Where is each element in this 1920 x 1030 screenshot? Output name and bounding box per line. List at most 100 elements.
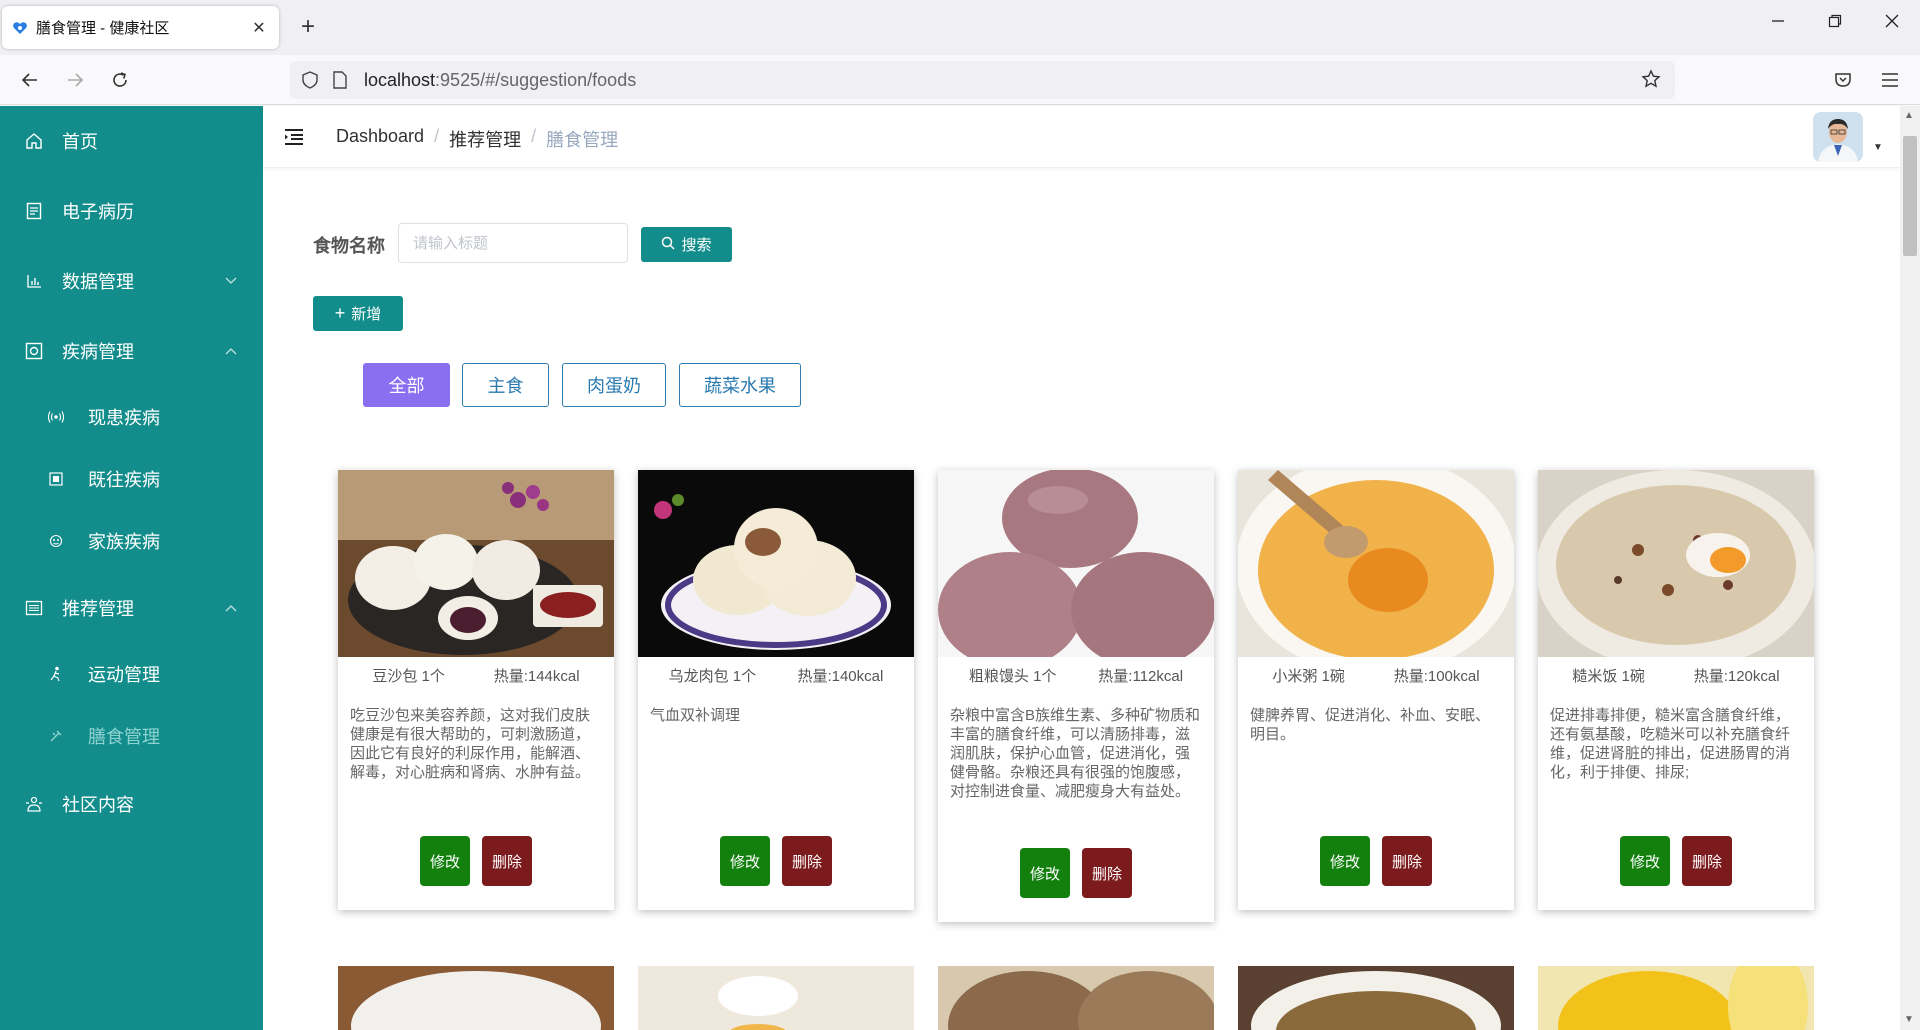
food-card: 粗粮馒头 1个 热量:112kcal 杂粮中富含B族维生素、多种矿物质和丰富的膳食… xyxy=(938,470,1214,922)
breadcrumb-dashboard[interactable]: Dashboard xyxy=(336,126,424,152)
reload-icon[interactable] xyxy=(106,66,134,94)
food-name-label: 食物名称 xyxy=(313,236,385,256)
delete-label: 删除 xyxy=(1091,865,1122,883)
delete-button[interactable]: 删除 xyxy=(782,836,832,886)
sidebar-item-label: 家族疾病 xyxy=(88,532,160,552)
search-button[interactable]: 搜索 xyxy=(641,227,732,262)
home-icon xyxy=(24,131,44,151)
page-icon[interactable] xyxy=(330,70,350,90)
filter-label: 主食 xyxy=(487,376,524,396)
delete-label: 删除 xyxy=(791,853,822,871)
delete-label: 删除 xyxy=(491,853,522,871)
edit-button[interactable]: 修改 xyxy=(720,836,770,886)
new-tab-icon[interactable]: + xyxy=(294,13,322,41)
tab-title: 膳食管理 - 健康社区 xyxy=(36,20,170,37)
sidebar-item-family-disease[interactable]: 家族疾病 xyxy=(0,513,263,569)
filter-label: 蔬菜水果 xyxy=(704,376,776,396)
sidebar-item-label: 疾病管理 xyxy=(62,342,134,362)
food-description: 杂粮中富含B族维生素、多种矿物质和丰富的膳食纤维，可以清肠排毒，滋润肌肤，保护心… xyxy=(950,707,1201,800)
sidebar-item-disease[interactable]: 疾病管理 xyxy=(0,323,263,379)
shield-icon[interactable] xyxy=(300,70,320,90)
breadcrumb-current: 膳食管理 xyxy=(546,130,619,150)
edit-button[interactable]: 修改 xyxy=(420,836,470,886)
chart-icon xyxy=(24,271,44,291)
food-calorie: 热量:112kcal xyxy=(1098,668,1184,685)
avatar[interactable] xyxy=(1813,112,1863,162)
caret-down-icon[interactable]: ▼ xyxy=(1873,142,1883,153)
filter-all[interactable]: 全部 xyxy=(363,363,450,407)
scroll-up-icon[interactable]: ▲ xyxy=(1904,110,1914,121)
add-button[interactable]: + 新增 xyxy=(313,296,403,331)
food-image xyxy=(638,470,914,657)
forward-icon[interactable] xyxy=(61,66,89,94)
food-calorie: 热量:140kcal xyxy=(797,668,884,685)
food-card-image-partial xyxy=(338,966,614,1030)
food-description: 促进排毒排便，糙米富含膳食纤维，还有氨基酸，吃糙米可以补充膳食纤维，促进肾脏的排… xyxy=(1550,707,1791,781)
restore-icon[interactable] xyxy=(1820,12,1850,33)
breadcrumb: Dashboard / 推荐管理 / 膳食管理 xyxy=(336,126,618,152)
food-card: 豆沙包 1个 热量:144kcal 吃豆沙包来美容养颜，这对我们皮肤健康是有很大帮… xyxy=(338,470,614,910)
scrollbar[interactable]: ▲ ▼ xyxy=(1900,106,1920,1030)
sidebar-item-data[interactable]: 数据管理 xyxy=(0,253,263,309)
back-icon[interactable] xyxy=(16,66,44,94)
food-name: 豆沙包 1个 xyxy=(372,668,445,685)
sidebar-item-home[interactable]: 首页 xyxy=(0,113,263,169)
food-card: 小米粥 1碗 热量:100kcal 健脾养胃、促进消化、补血、安眠、明目。 修改 … xyxy=(1238,470,1514,910)
delete-button[interactable]: 删除 xyxy=(1682,836,1732,886)
food-description: 气血双补调理 xyxy=(650,707,741,724)
filter-label: 全部 xyxy=(388,376,425,396)
food-calorie: 热量:100kcal xyxy=(1393,668,1480,685)
delete-button[interactable]: 删除 xyxy=(1382,836,1432,886)
filter-staple[interactable]: 主食 xyxy=(462,363,549,407)
edit-button[interactable]: 修改 xyxy=(1320,836,1370,886)
add-button-label: 新增 xyxy=(351,306,382,323)
scroll-down-icon[interactable]: ▼ xyxy=(1904,1014,1914,1025)
filter-meat-egg-milk[interactable]: 肉蛋奶 xyxy=(562,363,666,407)
sidebar-item-label: 运动管理 xyxy=(88,665,160,685)
edit-button[interactable]: 修改 xyxy=(1620,836,1670,886)
sidebar-item-community[interactable]: 社区内容 xyxy=(0,776,263,832)
search-input[interactable] xyxy=(398,223,628,263)
food-name: 粗粮馒头 1个 xyxy=(968,668,1057,685)
list-icon xyxy=(24,598,44,618)
delete-button[interactable]: 删除 xyxy=(482,836,532,886)
sidebar-item-recommend[interactable]: 推荐管理 xyxy=(0,580,263,636)
minimize-icon[interactable] xyxy=(1763,12,1793,33)
delete-button[interactable]: 删除 xyxy=(1082,848,1132,898)
scrollbar-thumb[interactable] xyxy=(1903,136,1917,256)
sidebar-item-exercise[interactable]: 运动管理 xyxy=(0,646,263,702)
pocket-icon[interactable] xyxy=(1829,66,1857,94)
window-close-icon[interactable] xyxy=(1877,12,1907,33)
menu-icon[interactable] xyxy=(1876,66,1904,94)
hamburger-icon[interactable] xyxy=(283,126,305,148)
run-icon xyxy=(48,664,64,684)
filter-veg-fruit[interactable]: 蔬菜水果 xyxy=(679,363,801,407)
food-image xyxy=(338,470,614,657)
address-bar[interactable]: localhost:9525/#/suggestion/foods xyxy=(290,61,1675,99)
edit-label: 修改 xyxy=(1029,865,1060,883)
signal-icon xyxy=(48,407,64,427)
food-image xyxy=(938,470,1214,657)
sidebar-item-records[interactable]: 电子病历 xyxy=(0,183,263,239)
community-icon xyxy=(24,794,44,814)
sidebar-item-label: 首页 xyxy=(62,132,98,152)
food-card-image-partial xyxy=(938,966,1214,1030)
search-button-label: 搜索 xyxy=(681,237,712,254)
url-path: :9525/#/suggestion/foods xyxy=(435,69,637,90)
food-calorie: 热量:144kcal xyxy=(493,668,580,685)
site-favicon-icon xyxy=(12,20,28,36)
food-name: 小米粥 1碗 xyxy=(1272,668,1345,685)
sidebar-item-current-disease[interactable]: 现患疾病 xyxy=(0,389,263,445)
sidebar-item-diet[interactable]: 膳食管理 xyxy=(0,708,263,764)
sidebar-item-past-disease[interactable]: 既往疾病 xyxy=(0,451,263,507)
sidebar-item-label: 推荐管理 xyxy=(62,599,134,619)
food-card-image-partial xyxy=(638,966,914,1030)
browser-tab[interactable]: 膳食管理 - 健康社区 ✕ xyxy=(2,6,279,49)
edit-label: 修改 xyxy=(429,853,460,871)
tab-close-icon[interactable]: ✕ xyxy=(249,18,269,38)
food-card: 糙米饭 1碗 热量:120kcal 促进排毒排便，糙米富含膳食纤维，还有氨基酸，吃… xyxy=(1538,470,1814,910)
edit-button[interactable]: 修改 xyxy=(1020,848,1070,898)
bookmark-star-icon[interactable] xyxy=(1641,69,1661,94)
food-card: 乌龙肉包 1个 热量:140kcal 气血双补调理 修改 删除 xyxy=(638,470,914,910)
breadcrumb-recommend[interactable]: 推荐管理 xyxy=(449,126,521,152)
